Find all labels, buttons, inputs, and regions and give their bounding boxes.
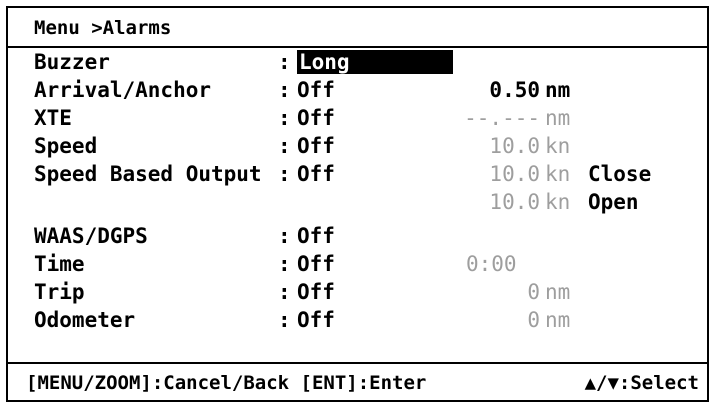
breadcrumb: Menu >Alarms: [34, 17, 172, 39]
open-label: Open: [588, 190, 639, 214]
row-xte[interactable]: XTE : Off --.--- nm: [8, 104, 707, 132]
trip-label: Trip: [34, 280, 85, 304]
speed-based-output-label: Speed Based Output: [34, 162, 262, 186]
trip-distance: 0: [527, 280, 540, 304]
odometer-distance: 0: [527, 308, 540, 332]
colon: :: [278, 252, 291, 276]
colon: :: [278, 162, 291, 186]
key-guide-select: ▲/▼:Select: [584, 372, 699, 394]
odometer-label: Odometer: [34, 308, 136, 332]
colon: :: [278, 50, 291, 74]
row-trip[interactable]: Trip : Off 0 nm: [8, 278, 707, 306]
close-speed-unit: kn: [545, 162, 571, 186]
speed-value[interactable]: Off: [297, 134, 335, 158]
speed-threshold: 10.0: [489, 134, 540, 158]
colon: :: [278, 106, 291, 130]
arrival-anchor-distance[interactable]: 0.50: [448, 78, 540, 102]
row-waas-dgps[interactable]: WAAS/DGPS : Off: [8, 222, 707, 250]
open-speed-unit: kn: [545, 190, 571, 214]
arrival-anchor-value[interactable]: Off: [297, 78, 335, 102]
xte-value[interactable]: Off: [297, 106, 335, 130]
key-guide-footer: [MENU/ZOOM]:Cancel/Back [ENT]:Enter ▲/▼:…: [8, 362, 707, 400]
row-buzzer[interactable]: Buzzer : Long: [8, 48, 707, 76]
trip-unit: nm: [545, 280, 571, 304]
time-setting: 0:00: [466, 252, 517, 276]
menu-header: Menu >Alarms: [8, 8, 707, 48]
speed-label: Speed: [34, 134, 98, 158]
trip-value[interactable]: Off: [297, 280, 335, 304]
time-value[interactable]: Off: [297, 252, 335, 276]
row-speed-based-output-open: 10.0 kn Open: [8, 188, 707, 216]
alarm-settings-list: Buzzer : Long Arrival/Anchor : Off 0.50 …: [8, 48, 707, 366]
waas-dgps-value[interactable]: Off: [297, 224, 335, 248]
colon: :: [278, 224, 291, 248]
alarms-menu-screen: Menu >Alarms Buzzer : Long Arrival/Ancho…: [6, 6, 709, 402]
time-label: Time: [34, 252, 85, 276]
odometer-value[interactable]: Off: [297, 308, 335, 332]
row-odometer[interactable]: Odometer : Off 0 nm: [8, 306, 707, 334]
row-speed-based-output[interactable]: Speed Based Output : Off 10.0 kn Close: [8, 160, 707, 188]
colon: :: [278, 78, 291, 102]
row-time[interactable]: Time : Off 0:00: [8, 250, 707, 278]
arrival-anchor-unit: nm: [545, 78, 571, 102]
xte-label: XTE: [34, 106, 72, 130]
colon: :: [278, 308, 291, 332]
key-guide-left: [MENU/ZOOM]:Cancel/Back [ENT]:Enter: [26, 372, 427, 394]
close-speed-threshold: 10.0: [489, 162, 540, 186]
close-label: Close: [588, 162, 652, 186]
odometer-unit: nm: [545, 308, 571, 332]
open-speed-threshold: 10.0: [489, 190, 540, 214]
speed-unit: kn: [545, 134, 571, 158]
row-arrival-anchor[interactable]: Arrival/Anchor : Off 0.50 nm: [8, 76, 707, 104]
buzzer-value-selected[interactable]: Long: [297, 50, 453, 74]
speed-based-output-value[interactable]: Off: [297, 162, 335, 186]
xte-unit: nm: [545, 106, 571, 130]
waas-dgps-label: WAAS/DGPS: [34, 224, 148, 248]
xte-distance: --.---: [464, 106, 540, 130]
arrival-anchor-label: Arrival/Anchor: [34, 78, 212, 102]
row-speed[interactable]: Speed : Off 10.0 kn: [8, 132, 707, 160]
colon: :: [278, 134, 291, 158]
buzzer-label: Buzzer: [34, 50, 110, 74]
colon: :: [278, 280, 291, 304]
